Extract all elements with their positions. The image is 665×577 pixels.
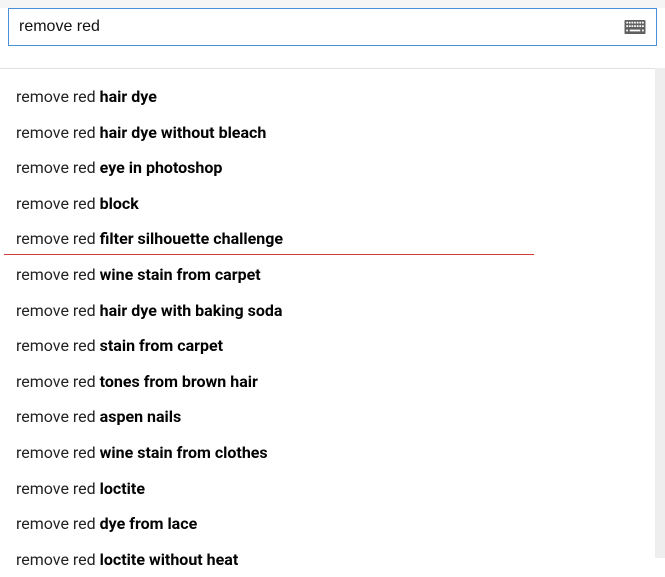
suggestion-item[interactable]: remove red dye from lace — [0, 506, 665, 542]
suggestion-prefix: remove red — [16, 550, 100, 569]
suggestion-item[interactable]: remove red hair dye — [0, 79, 665, 115]
suggestion-prefix: remove red — [16, 443, 100, 462]
suggestion-completion: eye in photoshop — [100, 158, 223, 177]
suggestion-prefix: remove red — [16, 479, 100, 498]
background-edge — [655, 68, 665, 558]
app-container: remove red hair dyeremove red hair dye w… — [0, 8, 665, 558]
suggestion-item[interactable]: remove red wine stain from clothes — [0, 435, 665, 471]
search-input[interactable] — [19, 18, 624, 36]
suggestion-prefix: remove red — [16, 87, 100, 106]
suggestion-completion: hair dye — [100, 87, 157, 106]
suggestion-item[interactable]: remove red tones from brown hair — [0, 364, 665, 400]
suggestion-completion: block — [100, 194, 139, 213]
suggestion-completion: filter silhouette challenge — [100, 229, 283, 248]
suggestion-prefix: remove red — [16, 158, 100, 177]
suggestion-completion: aspen nails — [100, 407, 182, 426]
suggestion-prefix: remove red — [16, 372, 100, 391]
suggestion-completion: hair dye without bleach — [100, 123, 267, 142]
suggestion-prefix: remove red — [16, 229, 100, 248]
suggestion-completion: tones from brown hair — [100, 372, 258, 391]
suggestion-item[interactable]: remove red hair dye with baking soda — [0, 293, 665, 329]
suggestion-completion: hair dye with baking soda — [100, 301, 283, 320]
suggestion-item[interactable]: remove red filter silhouette challenge — [0, 221, 665, 257]
suggestion-item[interactable]: remove red eye in photoshop — [0, 150, 665, 186]
suggestion-completion: wine stain from clothes — [100, 443, 268, 462]
suggestion-item[interactable]: remove red wine stain from carpet — [0, 257, 665, 293]
suggestion-prefix: remove red — [16, 194, 100, 213]
suggestion-completion: stain from carpet — [100, 336, 223, 355]
suggestion-item[interactable]: remove red hair dye without bleach — [0, 115, 665, 151]
suggestion-item[interactable]: remove red loctite without heat — [0, 542, 665, 577]
suggestion-item[interactable]: remove red stain from carpet — [0, 328, 665, 364]
keyboard-icon[interactable] — [624, 20, 646, 34]
suggestion-completion: loctite without heat — [100, 550, 239, 569]
suggestion-prefix: remove red — [16, 265, 100, 284]
suggestion-prefix: remove red — [16, 301, 100, 320]
suggestion-item[interactable]: remove red loctite — [0, 471, 665, 507]
suggestion-prefix: remove red — [16, 514, 100, 533]
suggestion-prefix: remove red — [16, 407, 100, 426]
suggestion-prefix: remove red — [16, 123, 100, 142]
suggestion-completion: wine stain from carpet — [100, 265, 261, 284]
suggestion-item[interactable]: remove red aspen nails — [0, 399, 665, 435]
suggestion-item[interactable]: remove red block — [0, 186, 665, 222]
suggestions-dropdown: remove red hair dyeremove red hair dye w… — [0, 68, 665, 577]
search-box[interactable] — [8, 8, 657, 46]
suggestion-completion: loctite — [100, 479, 145, 498]
suggestion-prefix: remove red — [16, 336, 100, 355]
suggestion-completion: dye from lace — [100, 514, 198, 533]
